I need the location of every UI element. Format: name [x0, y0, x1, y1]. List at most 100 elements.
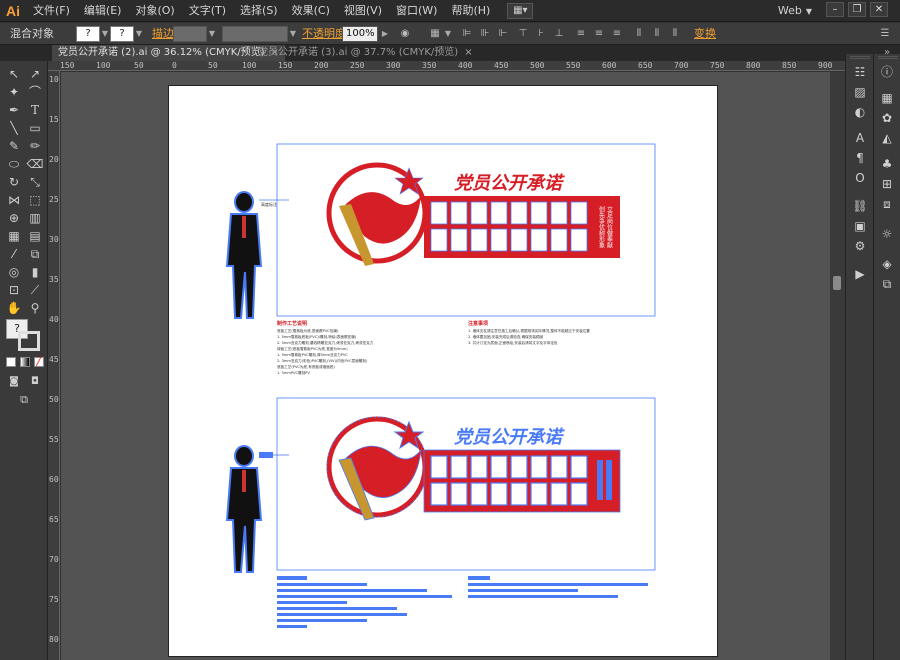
- hand-tool-icon[interactable]: ✋: [4, 299, 24, 317]
- recolor-icon[interactable]: ◉: [398, 27, 412, 41]
- design-bottom[interactable]: 党员公开承诺: [225, 397, 656, 628]
- symbol-sprayer-tool-icon[interactable]: ◎: [4, 263, 24, 281]
- zoom-tool-icon[interactable]: ⚲: [25, 299, 45, 317]
- minimize-icon[interactable]: –: [826, 2, 844, 17]
- align-right-icon[interactable]: ⊩: [496, 27, 510, 41]
- gradient-panel-icon[interactable]: ▨: [852, 84, 868, 100]
- column-graph-tool-icon[interactable]: ▮: [25, 263, 45, 281]
- chevron-down-icon[interactable]: ▼: [288, 26, 298, 42]
- stroke-panel-icon[interactable]: ◭: [879, 130, 895, 146]
- scale-tool-icon[interactable]: ⤡: [25, 173, 45, 191]
- graphic-styles-panel-icon[interactable]: ⚙: [852, 238, 868, 254]
- align-vcenter-icon[interactable]: ⊦: [534, 27, 548, 41]
- distribute-hcenter-icon[interactable]: ⦀: [650, 27, 664, 41]
- color-panel-icon[interactable]: ☷: [852, 64, 868, 80]
- align-top-icon[interactable]: ⊤: [516, 27, 530, 41]
- paintbrush-tool-icon[interactable]: ✎: [4, 137, 24, 155]
- distribute-top-icon[interactable]: ≡: [574, 27, 588, 41]
- restore-icon[interactable]: ❐: [848, 2, 866, 17]
- type-tool-icon[interactable]: T: [25, 101, 45, 119]
- transform-label[interactable]: 变换: [694, 26, 716, 42]
- fill-swatch[interactable]: ?: [76, 26, 100, 42]
- align-bottom-icon[interactable]: ⊥: [552, 27, 566, 41]
- distribute-bottom-icon[interactable]: ≡: [610, 27, 624, 41]
- brushes-panel-icon[interactable]: ✿: [879, 110, 895, 126]
- panel-grip[interactable]: [878, 56, 898, 59]
- swatches-panel-icon[interactable]: ▦: [879, 90, 895, 106]
- workspace-switcher[interactable]: Web ▼: [778, 0, 812, 23]
- chevron-right-icon[interactable]: ▶: [380, 26, 390, 42]
- distribute-vcenter-icon[interactable]: ≡: [592, 27, 606, 41]
- menu-file[interactable]: 文件(F): [26, 0, 77, 22]
- actions-panel-icon[interactable]: ▶: [852, 266, 868, 282]
- character-panel-icon[interactable]: A: [852, 130, 868, 146]
- variable-width-profile[interactable]: [222, 26, 288, 42]
- symbols-panel-icon[interactable]: ♣: [879, 156, 895, 172]
- menu-effect[interactable]: 效果(C): [285, 0, 337, 22]
- align-left-icon[interactable]: ⊫: [460, 27, 474, 41]
- blob-brush-tool-icon[interactable]: ⬭: [4, 155, 24, 173]
- canvas-area[interactable]: 高度标注 立足岗位做奉献 创先争优树形象 党员公开承诺 制作工艺说明 底板工艺(…: [61, 72, 830, 660]
- links-panel-icon[interactable]: ⛓: [852, 198, 868, 214]
- opacity-field[interactable]: 100%: [342, 26, 378, 42]
- chevron-down-icon[interactable]: ▼: [207, 26, 217, 42]
- tab-document-2[interactable]: 党员公开承诺 (2).ai @ 36.12% (CMYK/预览) ×: [52, 45, 285, 61]
- selection-tool-icon[interactable]: ↖: [4, 65, 24, 83]
- rectangle-tool-icon[interactable]: ▭: [25, 119, 45, 137]
- align-to-icon[interactable]: ▦: [428, 27, 442, 41]
- stroke-weight-field[interactable]: [173, 26, 207, 42]
- menu-view[interactable]: 视图(V): [337, 0, 389, 22]
- direct-selection-tool-icon[interactable]: ↗: [25, 65, 45, 83]
- chevron-down-icon[interactable]: ▼: [100, 26, 110, 42]
- arrange-documents-button[interactable]: ▦▾: [507, 2, 534, 19]
- menu-edit[interactable]: 编辑(E): [77, 0, 129, 22]
- paragraph-panel-icon[interactable]: ¶: [852, 150, 868, 166]
- opentype-panel-icon[interactable]: O: [852, 170, 868, 186]
- scrollbar-thumb[interactable]: [833, 276, 841, 290]
- info-panel-icon[interactable]: ⓘ: [879, 64, 895, 80]
- draw-behind-icon[interactable]: ◘: [25, 373, 45, 391]
- blend-tool-icon[interactable]: ⧉: [25, 245, 45, 263]
- gradient-mode-icon[interactable]: [20, 357, 30, 367]
- opacity-label[interactable]: 不透明度: [302, 26, 346, 42]
- close-icon[interactable]: ✕: [870, 2, 888, 17]
- close-icon[interactable]: ×: [464, 47, 472, 58]
- distribute-right-icon[interactable]: ⦀: [668, 27, 682, 41]
- width-tool-icon[interactable]: ⋈: [4, 191, 24, 209]
- menu-type[interactable]: 文字(T): [182, 0, 233, 22]
- pathfinder-panel-icon[interactable]: ⧈: [879, 196, 895, 212]
- gradient-tool-icon[interactable]: ▤: [25, 227, 45, 245]
- transparency-panel-icon[interactable]: ◐: [852, 104, 868, 120]
- slice-tool-icon[interactable]: ⟋: [25, 281, 45, 299]
- vertical-scrollbar[interactable]: [830, 72, 845, 660]
- chevron-down-icon[interactable]: ▼: [134, 26, 144, 42]
- none-mode-icon[interactable]: ╱: [34, 357, 44, 367]
- eraser-tool-icon[interactable]: ⌫: [25, 155, 45, 173]
- lasso-tool-icon[interactable]: ⌒: [25, 83, 45, 101]
- rotate-tool-icon[interactable]: ↻: [4, 173, 24, 191]
- draw-normal-icon[interactable]: ◙: [4, 373, 24, 391]
- design-top[interactable]: 高度标注 立足岗位做奉献 创先争优树形象 党员公开承诺 制作工艺说明 底板工艺(…: [225, 143, 656, 375]
- screen-mode-icon[interactable]: ⧉: [14, 391, 34, 409]
- artboard-tool-icon[interactable]: ⊡: [4, 281, 24, 299]
- tab-document-3[interactable]: 党员公开承诺 (3).ai @ 37.7% (CMYK/预览) ×: [252, 45, 479, 61]
- free-transform-tool-icon[interactable]: ⬚: [25, 191, 45, 209]
- pen-tool-icon[interactable]: ✒: [4, 101, 24, 119]
- align-hcenter-icon[interactable]: ⊪: [478, 27, 492, 41]
- layers-panel-icon[interactable]: ◈: [879, 256, 895, 272]
- menu-window[interactable]: 窗口(W): [389, 0, 444, 22]
- menu-object[interactable]: 对象(O): [128, 0, 181, 22]
- chevron-down-icon[interactable]: ▼: [443, 26, 453, 42]
- menu-help[interactable]: 帮助(H): [444, 0, 497, 22]
- stroke-label[interactable]: 描边: [152, 26, 174, 42]
- panel-grip[interactable]: [850, 56, 870, 59]
- artboards-panel-icon[interactable]: ⧉: [879, 276, 895, 292]
- distribute-left-icon[interactable]: ⦀: [632, 27, 646, 41]
- appearance-panel-icon[interactable]: ☼: [879, 226, 895, 242]
- image-trace-panel-icon[interactable]: ▣: [852, 218, 868, 234]
- artboard[interactable]: 高度标注 立足岗位做奉献 创先争优树形象 党员公开承诺 制作工艺说明 底板工艺(…: [168, 85, 718, 657]
- align-panel-icon[interactable]: ⊞: [879, 176, 895, 192]
- pencil-tool-icon[interactable]: ✏: [25, 137, 45, 155]
- menu-select[interactable]: 选择(S): [233, 0, 285, 22]
- shape-builder-tool-icon[interactable]: ⊕: [4, 209, 24, 227]
